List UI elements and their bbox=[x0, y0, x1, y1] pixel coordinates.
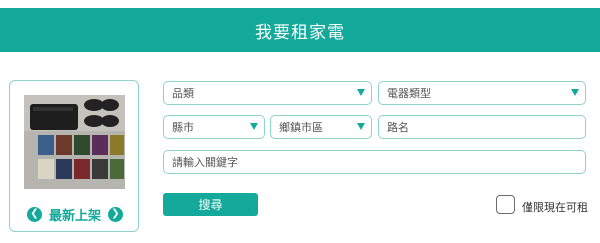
search-button-label: 搜尋 bbox=[198, 198, 223, 212]
rent-now-checkbox[interactable] bbox=[496, 195, 515, 214]
road-input[interactable]: 路名 bbox=[378, 115, 586, 139]
district-select-value: 鄉鎮市區 bbox=[279, 121, 323, 134]
page-title: 我要租家電 bbox=[255, 22, 345, 43]
county-select-value: 縣市 bbox=[172, 121, 194, 134]
chevron-left-icon[interactable]: ❮ bbox=[26, 206, 42, 222]
new-arrivals-card: ❮ 最新上架 ❯ bbox=[9, 80, 139, 232]
district-select[interactable]: 鄉鎮市區 bbox=[270, 115, 372, 139]
appliance-type-select-value: 電器類型 bbox=[387, 87, 431, 100]
keyword-input[interactable]: 請輸入關鍵字 bbox=[163, 150, 586, 174]
keyword-input-placeholder: 請輸入關鍵字 bbox=[172, 156, 238, 169]
category-select[interactable]: 品類 bbox=[163, 81, 372, 105]
page-header: 我要租家電 bbox=[0, 8, 600, 52]
appliance-type-select[interactable]: 電器類型 bbox=[378, 81, 586, 105]
new-arrival-photo[interactable] bbox=[24, 95, 125, 189]
county-select[interactable]: 縣市 bbox=[163, 115, 265, 139]
console-photo-graphic bbox=[24, 95, 125, 189]
caret-down-icon bbox=[357, 89, 365, 96]
chevron-right-icon[interactable]: ❯ bbox=[108, 206, 123, 222]
caret-down-icon bbox=[571, 89, 579, 96]
road-input-placeholder: 路名 bbox=[387, 121, 409, 134]
caret-down-icon bbox=[357, 123, 365, 130]
rent-now-label[interactable]: 僅限現在可租 bbox=[522, 199, 588, 215]
category-select-value: 品類 bbox=[172, 87, 194, 100]
search-button[interactable]: 搜尋 bbox=[163, 193, 258, 216]
new-arrivals-caption: ❮ 最新上架 ❯ bbox=[10, 203, 140, 225]
caret-down-icon bbox=[250, 123, 258, 130]
new-arrivals-label: 最新上架 bbox=[48, 208, 101, 224]
